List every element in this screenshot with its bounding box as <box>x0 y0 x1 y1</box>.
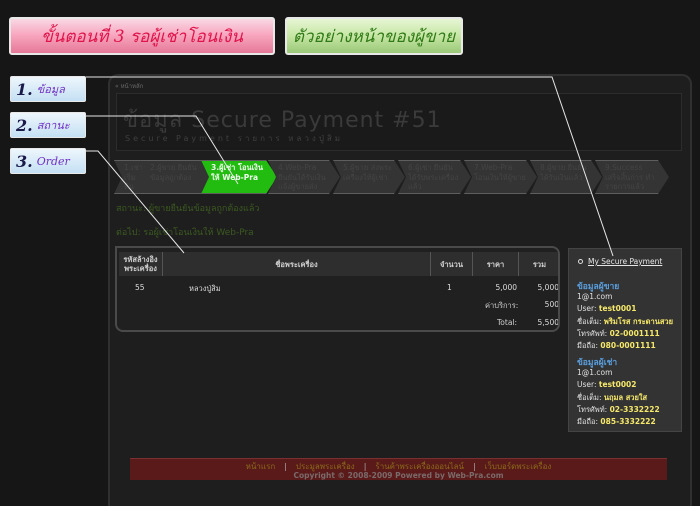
service-fee-label: ค่าบริการ: <box>485 301 519 310</box>
tag-label: ข้อมูล <box>36 83 65 96</box>
label: User: <box>577 380 597 389</box>
value: test0001 <box>598 304 637 313</box>
copyright: Copyright © 2008-2009 Powered by Web-Pra… <box>293 471 504 480</box>
column-header-name: ชื่อพระเครื่อง <box>163 252 431 276</box>
progress-step-7: 7.Web-Pra โอนเงินให้ผู้ขาย <box>464 160 537 194</box>
link-label: My Secure Payment <box>588 257 663 266</box>
footer: หน้าแรก | ประมูลพระเครื่อง | ร้านค้าพระเครื่… <box>130 458 667 480</box>
footer-link-webboard[interactable]: เว็บบอร์ดพระเครื่อง <box>485 462 552 471</box>
total-value: 5,500 <box>537 318 559 327</box>
label: User: <box>577 304 597 313</box>
column-header-total: รวม <box>519 252 558 276</box>
info-tag: 1. ข้อมูล <box>10 76 86 102</box>
column-header-price: ราคา <box>473 252 519 276</box>
buyer-user: User: test0002 <box>577 380 637 389</box>
tag-label: Order <box>36 154 70 168</box>
footer-link-auction[interactable]: ประมูลพระเครื่อง <box>296 462 355 471</box>
step-label: 1.เช่า เริ่มต้น <box>124 163 142 191</box>
progress-step-8: 8.ผู้ขาย ยืนยันได้รับเงินแล้ว <box>530 160 602 194</box>
page-subtitle: Secure Payment รายการ หลวงปู่สิม <box>125 134 344 143</box>
step-label: 9.Success เสร็จสิ้นการ ทำรายการแล้ว <box>605 163 655 191</box>
cell-total: 5,000 <box>537 283 559 292</box>
label: มือถือ: <box>577 341 599 350</box>
total-label: Total: <box>497 318 518 327</box>
status-text: สถานะ: ผู้ขายยืนยันข้อมูลถูกต้องแล้ว <box>116 204 260 214</box>
tag-number: 1. <box>16 79 33 99</box>
service-fee-value: 500 <box>544 300 559 309</box>
sample-page-banner: ตัวอย่างหน้าของผู้ขาย <box>285 17 463 55</box>
progress-step-9: 9.Success เสร็จสิ้นการ ทำรายการแล้ว <box>595 160 669 194</box>
buyer-heading: ข้อมูลผู้เช่า <box>577 358 618 368</box>
step-label: 8.ผู้ขาย ยืนยันได้รับเงินแล้ว <box>540 163 587 182</box>
cell-id: 55 <box>135 283 145 292</box>
step-label: 7.Web-Pra โอนเงินให้ผู้ขาย <box>474 163 526 182</box>
progress-step-5: 5.ผู้ขาย ส่งพระเครื่องให้ผู้เช่า <box>333 160 405 194</box>
progress-step-6: 6.ผู้เช่า ยืนยันได้รับพระเครื่องแล้ว <box>398 160 471 194</box>
label: โทรศัพท์: <box>577 329 608 338</box>
seller-fullname: ชื่อเต็ม: พริมโรส กระดานสวย <box>577 316 673 328</box>
footer-link-shop[interactable]: ร้านค้าพระเครื่องออนไลน์ <box>375 462 464 471</box>
cell-name[interactable]: หลวงปู่สิม <box>189 283 221 295</box>
progress-step-2: 2.ผู้ขาย ยืนยันข้อมูลถูกต้อง <box>140 160 212 194</box>
step-label: 3.ผู้เช่า โอนเงินให้ Web-Pra <box>211 163 263 182</box>
tag-number: 3. <box>16 151 33 171</box>
seller-mobile: มือถือ: 080-0001111 <box>577 340 656 352</box>
label: ชื่อเต็ม: <box>577 393 602 402</box>
seller-email: 1@1.com <box>577 292 613 301</box>
next-step-text: ต่อไป: รอผู้เช่าโอนเงินให้ Web-Pra <box>116 228 254 238</box>
tag-number: 2. <box>16 115 33 135</box>
value: พริมโรส กระดานสวย <box>603 317 674 326</box>
column-header-qty: จำนวน <box>431 252 473 276</box>
buyer-email: 1@1.com <box>577 368 613 377</box>
cell-qty: 1 <box>447 283 452 292</box>
buyer-fullname: ชื่อเต็ม: นฤมล สวยใส <box>577 392 647 404</box>
buyer-mobile: มือถือ: 085-3332222 <box>577 416 656 428</box>
seller-heading: ข้อมูลผู้ขาย <box>577 282 620 292</box>
label: โทรศัพท์: <box>577 405 608 414</box>
step-label: 2.ผู้ขาย ยืนยันข้อมูลถูกต้อง <box>150 163 197 182</box>
value: 02-0001111 <box>609 329 660 338</box>
side-panel: My Secure Payment ข้อมูลผู้ขาย 1@1.com U… <box>568 248 682 432</box>
progress-step-4: 4.Web-Pra ยืนยันได้รับเงิน แจ้งผู้ขายส่ง… <box>268 160 340 194</box>
step-label: 6.ผู้เช่า ยืนยันได้รับพระเครื่องแล้ว <box>408 163 459 191</box>
bullet-icon <box>578 259 583 264</box>
label: ชื่อเต็ม: <box>577 317 602 326</box>
order-tag: 3. Order <box>10 148 86 174</box>
seller-user: User: test0001 <box>577 304 637 313</box>
column-header-id: รหัสล้างอิง พระเครื่อง <box>119 252 163 276</box>
buyer-phone: โทรศัพท์: 02-3332222 <box>577 404 660 416</box>
value: 085-3332222 <box>600 417 656 426</box>
step-banner: ขั้นตอนที่ 3 รอผู้เช่าโอนเงิน <box>9 17 275 55</box>
footer-link-home[interactable]: หน้าแรก <box>246 462 276 471</box>
seller-phone: โทรศัพท์: 02-0001111 <box>577 328 660 340</box>
label: มือถือ: <box>577 417 599 426</box>
breadcrumb[interactable]: « หน้าหลัก <box>115 81 143 91</box>
value: นฤมล สวยใส <box>603 393 648 402</box>
value: test0002 <box>598 380 637 389</box>
tag-label: สถานะ <box>36 119 70 132</box>
progress-step-3: 3.ผู้เช่า โอนเงินให้ Web-Pra <box>201 160 277 194</box>
status-tag: 2. สถานะ <box>10 112 86 138</box>
value: 080-0001111 <box>600 341 656 350</box>
step-label: 5.ผู้ขาย ส่งพระเครื่องให้ผู้เช่า <box>343 163 392 182</box>
order-table: รหัสล้างอิง พระเครื่อง ชื่อพระเครื่อง จำ… <box>115 246 560 332</box>
cell-price: 5,000 <box>495 283 517 292</box>
my-secure-payment-link[interactable]: My Secure Payment <box>578 257 662 266</box>
value: 02-3332222 <box>609 405 660 414</box>
